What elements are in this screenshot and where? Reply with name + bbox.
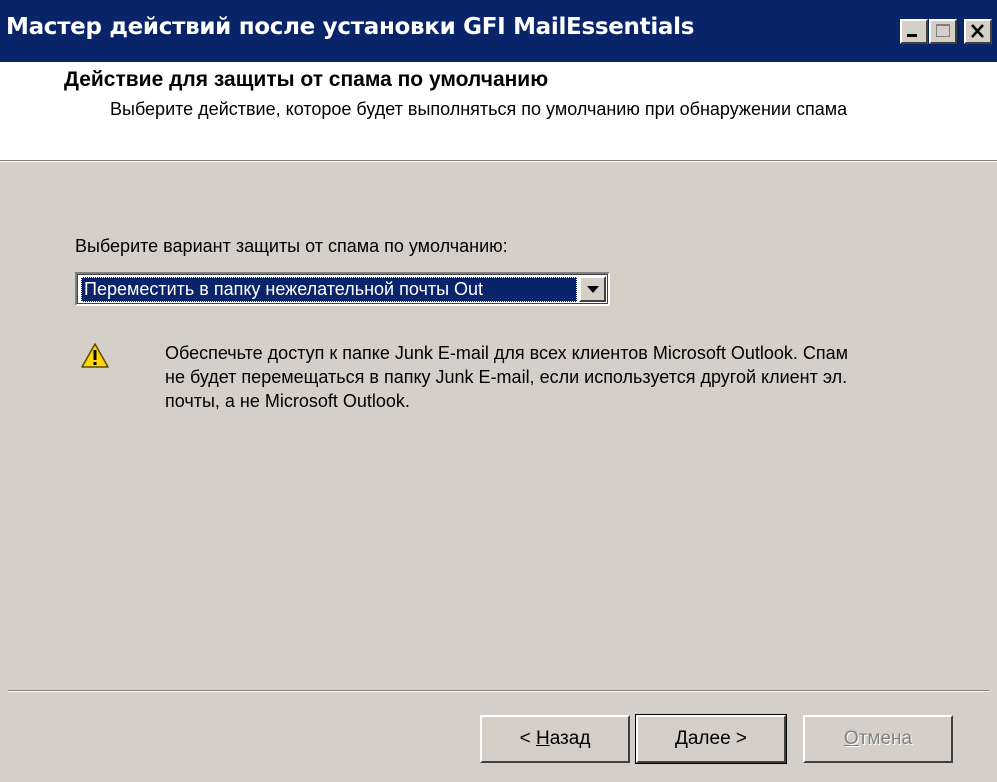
chevron-down-icon — [587, 286, 599, 293]
close-button[interactable] — [964, 19, 992, 44]
header-divider-highlight — [0, 161, 997, 162]
spam-action-select[interactable]: Переместить в папку нежелательной почты … — [75, 272, 610, 306]
back-button[interactable]: < Назад — [480, 715, 630, 763]
cancel-button[interactable]: Отмена — [803, 715, 953, 763]
window-title: Мастер действий после установки GFI Mail… — [6, 14, 695, 40]
warning-message: Обеспечьте доступ к папке Junk E-mail дл… — [165, 343, 848, 411]
close-icon — [971, 24, 984, 38]
minimize-icon — [907, 34, 917, 37]
spam-action-label: Выберите вариант защиты от спама по умол… — [75, 236, 508, 256]
minimize-button[interactable] — [900, 19, 928, 44]
dropdown-button[interactable] — [579, 276, 606, 302]
footer-divider-highlight — [8, 691, 989, 692]
warning-icon — [81, 343, 109, 368]
maximize-button[interactable] — [929, 19, 957, 44]
cancel-button-label: Отмена — [843, 728, 913, 749]
title-bar[interactable]: Мастер действий после установки GFI Mail… — [0, 0, 997, 62]
page-title: Действие для защиты от спама по умолчани… — [64, 68, 549, 91]
next-button[interactable]: Далее > — [635, 714, 787, 764]
maximize-icon — [936, 24, 950, 37]
back-button-label: < Назад — [519, 728, 591, 749]
spam-action-selected-value: Переместить в папку нежелательной почты … — [81, 277, 577, 302]
next-button-label: Далее > — [674, 728, 748, 749]
page-subtitle: Выберите действие, которое будет выполня… — [110, 99, 848, 119]
wizard-window: Мастер действий после установки GFI Mail… — [0, 0, 997, 782]
